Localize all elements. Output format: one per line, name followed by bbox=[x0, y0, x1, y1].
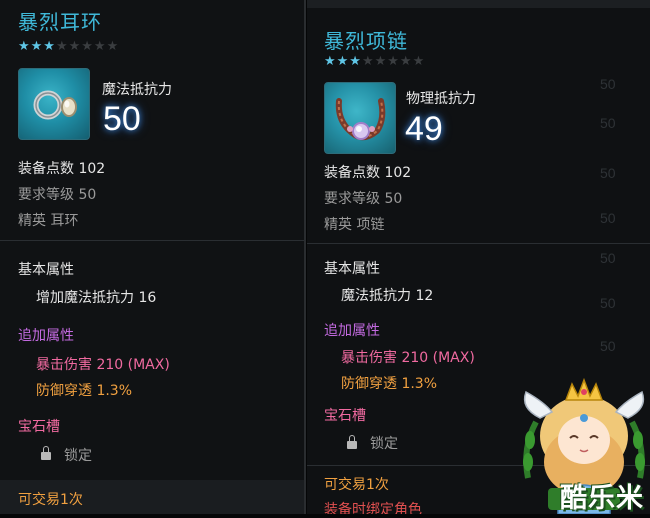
background-number: 50 bbox=[600, 76, 616, 92]
base-attributes-header: 基本属性 bbox=[324, 261, 380, 277]
left-item-tooltip: 暴烈耳环 ★★★★★★★★ 魔法抵抗力 50 装备点数 102 要求等级 50 … bbox=[0, 0, 306, 514]
item-grade: 精英 耳环 bbox=[18, 213, 79, 229]
star-filled-icon: ★★★ bbox=[18, 39, 56, 54]
equip-points: 装备点数 102 bbox=[18, 161, 106, 177]
extra-attribute: 防御穿透 1.3% bbox=[341, 376, 438, 392]
star-filled-icon: ★★★ bbox=[324, 54, 362, 69]
lock-icon bbox=[347, 435, 357, 449]
trade-status: 可交易1次 bbox=[324, 477, 389, 493]
watermark-text: 酷乐米 bbox=[560, 483, 644, 514]
gem-slot-header: 宝石槽 bbox=[324, 408, 366, 424]
gem-slot-status: 锁定 bbox=[64, 448, 92, 464]
necklace-icon bbox=[324, 82, 396, 154]
star-rating: ★★★★★★★★ bbox=[18, 39, 119, 54]
stat-label: 物理抵抗力 bbox=[406, 91, 476, 107]
background-number: 50 bbox=[600, 210, 616, 226]
extra-attributes-header: 追加属性 bbox=[18, 328, 74, 344]
divider bbox=[0, 240, 304, 241]
trade-status: 可交易1次 bbox=[18, 492, 83, 508]
divider bbox=[307, 243, 650, 244]
star-rating: ★★★★★★★★ bbox=[324, 54, 425, 69]
stat-value: 49 bbox=[405, 110, 443, 148]
equip-points: 装备点数 102 bbox=[324, 165, 412, 181]
extra-attributes-header: 追加属性 bbox=[324, 323, 380, 339]
background-number: 50 bbox=[600, 115, 616, 131]
level-requirement: 要求等级 50 bbox=[18, 187, 97, 203]
base-attribute: 增加魔法抵抗力 16 bbox=[36, 290, 157, 306]
lock-icon bbox=[41, 446, 51, 460]
star-empty-icon: ★★★★★ bbox=[55, 39, 120, 54]
extra-attribute: 暴击伤害 210 (MAX) bbox=[341, 350, 475, 366]
item-name: 暴烈项链 bbox=[324, 29, 408, 53]
background-number: 50 bbox=[600, 295, 616, 311]
item-grade: 精英 项链 bbox=[324, 217, 385, 233]
stat-label: 魔法抵抗力 bbox=[102, 82, 172, 98]
gem-slot-status: 锁定 bbox=[370, 436, 398, 452]
background-number: 50 bbox=[600, 338, 616, 354]
star-empty-icon: ★★★★★ bbox=[361, 54, 426, 69]
bind-note: 装备时绑定角色 bbox=[324, 502, 422, 514]
header-strip bbox=[307, 0, 650, 8]
level-requirement: 要求等级 50 bbox=[324, 191, 403, 207]
extra-attribute: 暴击伤害 210 (MAX) bbox=[36, 357, 170, 373]
background-number: 50 bbox=[600, 250, 616, 266]
item-name: 暴烈耳环 bbox=[18, 10, 102, 34]
stat-value: 50 bbox=[103, 100, 141, 138]
gem-slot-header: 宝石槽 bbox=[18, 419, 60, 435]
extra-attribute: 防御穿透 1.3% bbox=[36, 383, 133, 399]
base-attributes-header: 基本属性 bbox=[18, 262, 74, 278]
base-attribute: 魔法抵抗力 12 bbox=[341, 288, 434, 304]
earring-icon bbox=[18, 68, 90, 140]
background-number: 50 bbox=[600, 165, 616, 181]
